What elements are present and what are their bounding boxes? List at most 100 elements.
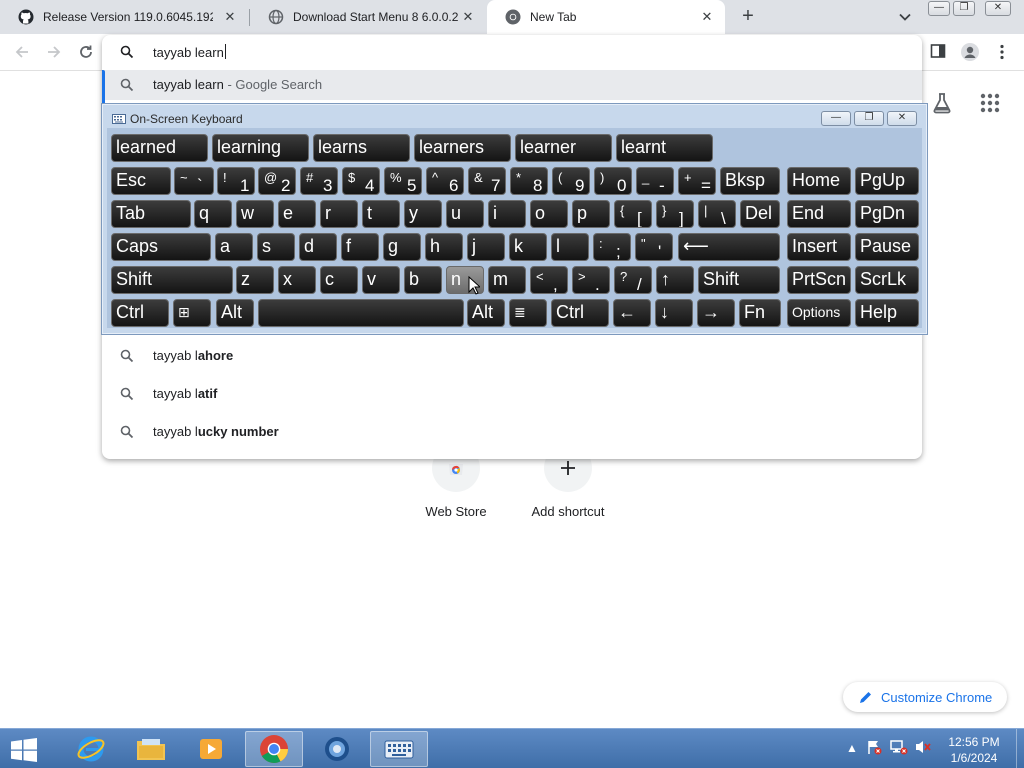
key-t[interactable]: t xyxy=(362,200,400,228)
key-symbol[interactable]: ⊞ xyxy=(173,299,211,327)
key-del[interactable]: Del xyxy=(740,200,780,228)
key-e[interactable]: e xyxy=(278,200,316,228)
key-k[interactable]: k xyxy=(509,233,547,261)
address-input[interactable]: tayyab learn xyxy=(153,44,226,60)
key-r[interactable]: r xyxy=(320,200,358,228)
key-3[interactable]: #3 xyxy=(300,167,338,195)
taskbar-chrome[interactable] xyxy=(245,731,303,767)
key-w[interactable]: w xyxy=(236,200,274,228)
key-tab[interactable]: Tab xyxy=(111,200,191,228)
taskbar-internet-explorer[interactable] xyxy=(62,731,120,767)
key-d[interactable]: d xyxy=(299,233,337,261)
new-tab-button[interactable]: + xyxy=(737,6,759,28)
key-symbol[interactable]: {[ xyxy=(614,200,652,228)
key-fn[interactable]: Fn xyxy=(739,299,781,327)
show-desktop-button[interactable] xyxy=(1016,729,1024,768)
key-symbol[interactable]: → xyxy=(697,299,735,327)
key-s[interactable]: s xyxy=(257,233,295,261)
key-ctrl[interactable]: Ctrl xyxy=(111,299,169,327)
volume-muted-icon[interactable] xyxy=(914,739,932,758)
chevron-down-icon[interactable] xyxy=(896,8,914,26)
key-end[interactable]: End xyxy=(787,200,851,228)
key-9[interactable]: (9 xyxy=(552,167,590,195)
start-button[interactable] xyxy=(10,738,40,762)
word-prediction-learners[interactable]: learners xyxy=(414,134,511,162)
key-g[interactable]: g xyxy=(383,233,421,261)
osk-minimize-button[interactable]: — xyxy=(821,111,851,126)
tab-download-start-menu[interactable]: Download Start Menu 8 6.0.0.2 ✕ xyxy=(250,0,486,34)
key-bksp[interactable]: Bksp xyxy=(720,167,780,195)
osk-close-button[interactable]: ✕ xyxy=(887,111,917,126)
word-prediction-learnt[interactable]: learnt xyxy=(616,134,713,162)
system-clock[interactable]: 12:56 PM 1/6/2024 xyxy=(944,734,1004,766)
key-o[interactable]: o xyxy=(530,200,568,228)
key-6[interactable]: ^ 6 xyxy=(426,167,464,195)
key-a[interactable]: a xyxy=(215,233,253,261)
close-window-button[interactable]: ✕ xyxy=(985,1,1011,16)
osk-restore-button[interactable]: ❐ xyxy=(854,111,884,126)
key-c[interactable]: c xyxy=(320,266,358,294)
key-shift[interactable]: Shift xyxy=(698,266,780,294)
key-symbol[interactable]: ? / xyxy=(614,266,652,294)
key-options[interactable]: Options xyxy=(787,299,851,327)
key-symbol[interactable]: }] xyxy=(656,200,694,228)
suggestion-item[interactable]: tayyab latif xyxy=(102,375,922,413)
key-symbol[interactable]: ↓ xyxy=(655,299,693,327)
key-u[interactable]: u xyxy=(446,200,484,228)
key-z[interactable]: z xyxy=(236,266,274,294)
browser-menu-button[interactable] xyxy=(992,42,1012,62)
show-hidden-icons-button[interactable]: ▲ xyxy=(846,741,858,755)
suggestion-item[interactable]: tayyab lahore xyxy=(102,337,922,375)
close-tab-icon[interactable]: ✕ xyxy=(699,9,715,25)
taskbar-on-screen-keyboard[interactable] xyxy=(370,731,428,767)
taskbar-file-explorer[interactable] xyxy=(122,731,180,767)
key-i[interactable]: i xyxy=(488,200,526,228)
key-alt[interactable]: Alt xyxy=(467,299,505,327)
suggestion-item[interactable]: tayyab lucky number xyxy=(102,413,922,451)
key-4[interactable]: $4 xyxy=(342,167,380,195)
tab-new-tab[interactable]: New Tab ✕ xyxy=(487,0,725,34)
close-tab-icon[interactable]: ✕ xyxy=(460,9,476,25)
taskbar-media-player[interactable] xyxy=(182,731,240,767)
key-scrlk[interactable]: ScrLk xyxy=(855,266,919,294)
close-tab-icon[interactable]: ✕ xyxy=(222,9,238,25)
key-y[interactable]: y xyxy=(404,200,442,228)
key-symbol[interactable] xyxy=(258,299,464,327)
word-prediction-learner[interactable]: learner xyxy=(515,134,612,162)
key-prtscn[interactable]: PrtScn xyxy=(787,266,851,294)
key-symbol[interactable]: ≣ xyxy=(509,299,547,327)
key-q[interactable]: q xyxy=(194,200,232,228)
key-symbol[interactable]: + = xyxy=(678,167,716,195)
key-symbol[interactable]: " ' xyxy=(635,233,673,261)
key-esc[interactable]: Esc xyxy=(111,167,171,195)
forward-button[interactable] xyxy=(44,42,64,62)
key-home[interactable]: Home xyxy=(787,167,851,195)
key-j[interactable]: j xyxy=(467,233,505,261)
key-v[interactable]: v xyxy=(362,266,400,294)
key-symbol[interactable]: >. xyxy=(572,266,610,294)
key-7[interactable]: & 7 xyxy=(468,167,506,195)
key-alt[interactable]: Alt xyxy=(216,299,254,327)
taskbar-generic-app[interactable] xyxy=(308,731,366,767)
key-pgdn[interactable]: PgDn xyxy=(855,200,919,228)
key-symbol[interactable]: ← xyxy=(613,299,651,327)
profile-button[interactable] xyxy=(960,42,980,62)
key-symbol[interactable]: _ - xyxy=(636,167,674,195)
reload-button[interactable] xyxy=(76,42,96,62)
key-2[interactable]: @2 xyxy=(258,167,296,195)
key-pgup[interactable]: PgUp xyxy=(855,167,919,195)
word-prediction-learning[interactable]: learning xyxy=(212,134,309,162)
key-symbol[interactable]: ↑ xyxy=(656,266,694,294)
minimize-window-button[interactable]: — xyxy=(928,1,950,16)
google-apps-icon[interactable] xyxy=(980,93,1000,113)
key-8[interactable]: * 8 xyxy=(510,167,548,195)
key-0[interactable]: ) 0 xyxy=(594,167,632,195)
key-symbol[interactable]: <, xyxy=(530,266,568,294)
address-bar[interactable]: tayyab learn xyxy=(102,35,922,69)
key-symbol[interactable]: | \ xyxy=(698,200,736,228)
network-icon[interactable] xyxy=(890,739,908,758)
action-center-flag-icon[interactable] xyxy=(866,739,882,758)
word-prediction-learned[interactable]: learned xyxy=(111,134,208,162)
key-symbol[interactable]: ~ ` xyxy=(174,167,214,195)
side-panel-button[interactable] xyxy=(928,42,948,62)
